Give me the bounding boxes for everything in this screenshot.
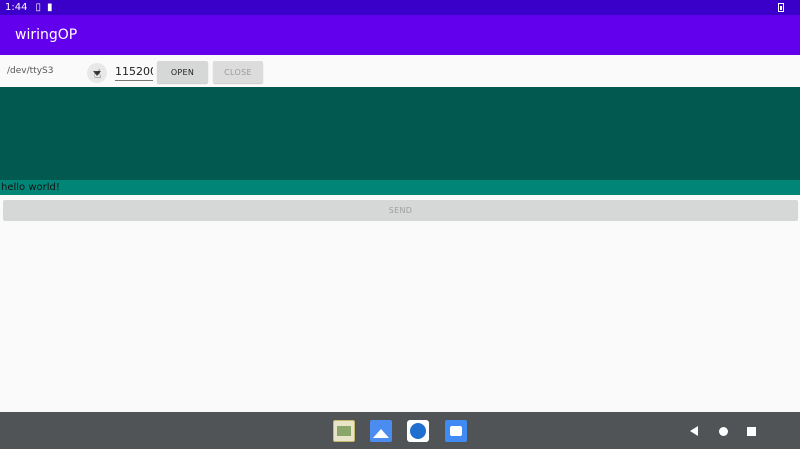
device-path-spinner[interactable]: /dev/ttyS3 (7, 66, 53, 76)
send-button[interactable]: SEND (3, 200, 798, 221)
status-bar: 1:44 ▯ ▮ (0, 0, 800, 15)
navigation-bar (0, 412, 800, 449)
send-text-input[interactable]: hello world! (0, 180, 800, 195)
recent-apps-icon[interactable] (747, 427, 756, 436)
sim-icon: ▯ (35, 2, 41, 13)
battery-icon (778, 3, 784, 12)
sd-card-icon: ▮ (46, 2, 53, 13)
file-manager-icon[interactable] (333, 420, 355, 442)
home-icon[interactable] (719, 427, 728, 436)
browser-icon[interactable] (407, 420, 429, 442)
app-bar: wiringOP (0, 15, 800, 55)
serial-controls: /dev/ttyS3 ☝ OPEN CLOSE (0, 55, 800, 87)
back-icon[interactable] (690, 426, 698, 436)
camera-icon[interactable] (445, 420, 467, 442)
gallery-icon[interactable] (370, 420, 392, 442)
open-button[interactable]: OPEN (157, 61, 208, 83)
close-button[interactable]: CLOSE (213, 61, 263, 83)
status-time: 1:44 (5, 2, 28, 13)
baud-rate-input[interactable] (115, 63, 153, 81)
app-title: wiringOP (15, 27, 78, 43)
hand-cursor-icon: ☝ (94, 67, 102, 81)
receive-text-area[interactable] (0, 87, 800, 180)
